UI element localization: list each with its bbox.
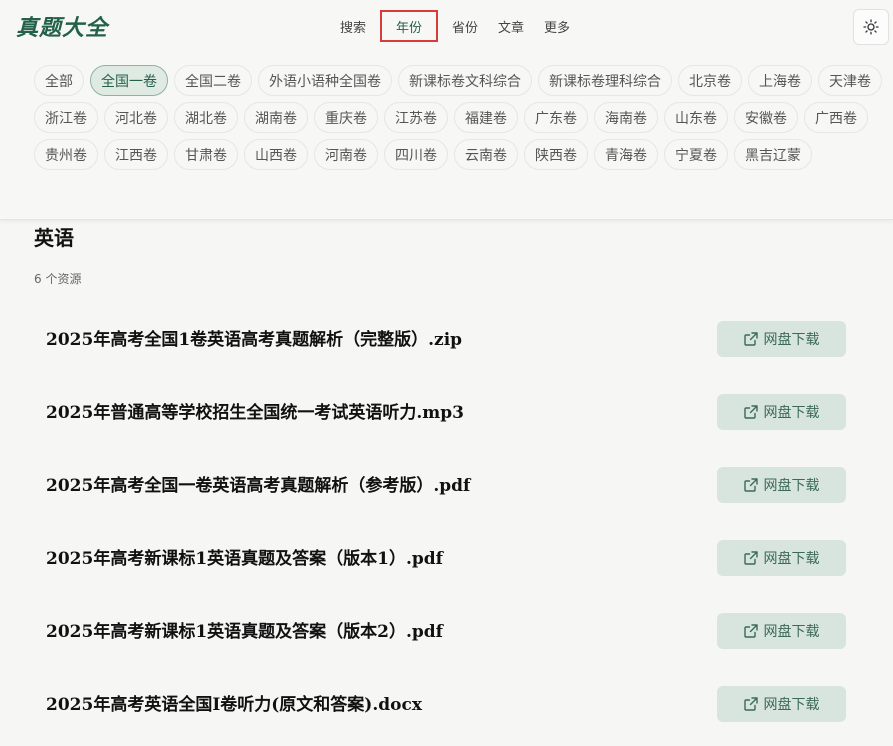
region-tag[interactable]: 甘肃卷 — [174, 139, 238, 170]
resource-row: 2025年高考英语全国I卷听力(原文和答案).docx 网盘下载 — [0, 668, 893, 741]
region-tag[interactable]: 天津卷 — [818, 65, 882, 96]
resource-title[interactable]: 2025年高考新课标1英语真题及答案（版本2）.pdf — [46, 617, 443, 642]
nav-item-1[interactable]: 年份 — [380, 10, 439, 42]
region-tag[interactable]: 山东卷 — [664, 102, 728, 133]
region-tag[interactable]: 全部 — [34, 65, 84, 96]
sun-icon — [863, 19, 879, 35]
theme-toggle-button[interactable] — [853, 9, 889, 45]
region-tag[interactable]: 贵州卷 — [34, 139, 98, 170]
nav-item-4[interactable]: 更多 — [534, 10, 580, 42]
resource-title[interactable]: 2025年高考英语全国I卷听力(原文和答案).docx — [46, 690, 422, 715]
site-logo[interactable]: 真题大全 — [16, 10, 108, 42]
resource-row: 2025年普通高等学校招生全国统一考试英语听力.mp3 网盘下载 — [0, 376, 893, 449]
region-tag[interactable]: 河南卷 — [314, 139, 378, 170]
external-link-icon — [743, 478, 758, 492]
external-link-icon — [743, 624, 758, 638]
section-title: 英语 — [34, 226, 74, 250]
download-label: 网盘下载 — [763, 478, 820, 494]
region-tag[interactable]: 江西卷 — [104, 139, 168, 170]
download-button[interactable]: 网盘下载 — [717, 686, 846, 722]
region-tag[interactable]: 湖南卷 — [244, 102, 308, 133]
download-button[interactable]: 网盘下载 — [717, 467, 846, 503]
external-link-icon — [743, 332, 758, 346]
region-tag[interactable]: 安徽卷 — [734, 102, 798, 133]
region-tag[interactable]: 湖北卷 — [174, 102, 238, 133]
resource-title[interactable]: 2025年高考全国1卷英语高考真题解析（完整版）.zip — [46, 325, 462, 350]
resource-row: 2025年高考新课标1英语真题及答案（版本2）.pdf 网盘下载 — [0, 595, 893, 668]
resource-list: 2025年高考全国1卷英语高考真题解析（完整版）.zip 网盘下载 2025年普通高… — [0, 303, 893, 741]
region-tag[interactable]: 云南卷 — [454, 139, 518, 170]
region-tag[interactable]: 福建卷 — [454, 102, 518, 133]
site-header: 真题大全 搜索 年份 省份 文章 更多 全部 全国一卷 全国二卷 外语小语种全国卷 新课标卷文科… — [0, 0, 893, 220]
region-tag[interactable]: 全国一卷 — [90, 65, 168, 96]
nav-item-3[interactable]: 文章 — [488, 10, 534, 42]
region-tag[interactable]: 河北卷 — [104, 102, 168, 133]
region-tag[interactable]: 四川卷 — [384, 139, 448, 170]
region-tag[interactable]: 山西卷 — [244, 139, 308, 170]
resource-count: 6 个资源 — [34, 272, 82, 286]
download-button[interactable]: 网盘下载 — [717, 540, 846, 576]
region-tag[interactable]: 黑吉辽蒙 — [734, 139, 812, 170]
download-button[interactable]: 网盘下载 — [717, 613, 846, 649]
nav-item-0[interactable]: 搜索 — [330, 10, 376, 42]
nav-item-2[interactable]: 省份 — [442, 10, 488, 42]
resource-row: 2025年高考全国1卷英语高考真题解析（完整版）.zip 网盘下载 — [0, 303, 893, 376]
external-link-icon — [743, 697, 758, 711]
region-tag[interactable]: 江苏卷 — [384, 102, 448, 133]
region-tag[interactable]: 新课标卷文科综合 — [398, 65, 532, 96]
region-tag[interactable]: 海南卷 — [594, 102, 658, 133]
download-label: 网盘下载 — [763, 332, 820, 348]
external-link-icon — [743, 551, 758, 565]
resource-row: 2025年高考新课标1英语真题及答案（版本1）.pdf 网盘下载 — [0, 522, 893, 595]
region-tag[interactable]: 宁夏卷 — [664, 139, 728, 170]
main-nav: 搜索 年份 省份 文章 更多 — [330, 9, 580, 43]
resource-title[interactable]: 2025年高考新课标1英语真题及答案（版本1）.pdf — [46, 544, 443, 569]
region-tag[interactable]: 广西卷 — [804, 102, 868, 133]
resource-title[interactable]: 2025年高考全国一卷英语高考真题解析（参考版）.pdf — [46, 471, 470, 496]
external-link-icon — [743, 405, 758, 419]
region-tag-list: 全部 全国一卷 全国二卷 外语小语种全国卷 新课标卷文科综合 新课标卷理科综合 北京卷 上海卷… — [34, 65, 884, 170]
region-tag[interactable]: 广东卷 — [524, 102, 588, 133]
region-tag[interactable]: 浙江卷 — [34, 102, 98, 133]
region-tag[interactable]: 北京卷 — [678, 65, 742, 96]
resource-row: 2025年高考全国一卷英语高考真题解析（参考版）.pdf 网盘下载 — [0, 449, 893, 522]
region-tag[interactable]: 外语小语种全国卷 — [258, 65, 392, 96]
download-button[interactable]: 网盘下载 — [717, 321, 846, 357]
region-tag[interactable]: 新课标卷理科综合 — [538, 65, 672, 96]
download-button[interactable]: 网盘下载 — [717, 394, 846, 430]
region-tag[interactable]: 全国二卷 — [174, 65, 252, 96]
resource-title[interactable]: 2025年普通高等学校招生全国统一考试英语听力.mp3 — [46, 398, 464, 423]
region-tag[interactable]: 重庆卷 — [314, 102, 378, 133]
download-label: 网盘下载 — [763, 405, 820, 421]
download-label: 网盘下载 — [763, 551, 820, 567]
region-tag[interactable]: 青海卷 — [594, 139, 658, 170]
region-tag[interactable]: 上海卷 — [748, 65, 812, 96]
download-label: 网盘下载 — [763, 624, 820, 640]
region-tag[interactable]: 陕西卷 — [524, 139, 588, 170]
download-label: 网盘下载 — [763, 697, 820, 713]
